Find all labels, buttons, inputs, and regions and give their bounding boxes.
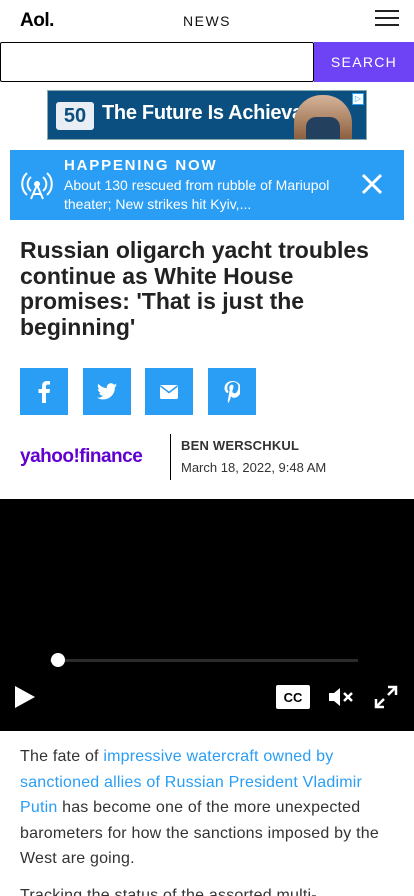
mute-icon[interactable] [328, 685, 354, 709]
menu-icon[interactable] [375, 10, 399, 28]
svg-text:CC: CC [284, 690, 303, 705]
advertisement-banner[interactable]: 50 The Future Is Achievable ▷ [47, 90, 367, 140]
share-twitter-button[interactable] [83, 368, 131, 415]
share-pinterest-button[interactable] [208, 368, 256, 415]
pinterest-icon [224, 380, 240, 403]
broadcast-icon [21, 172, 53, 200]
video-progress-bar[interactable] [50, 659, 358, 662]
play-icon[interactable] [12, 683, 38, 711]
banner-text[interactable]: About 130 rescued from rubble of Mariupo… [64, 176, 334, 214]
adchoices-icon[interactable]: ▷ [352, 93, 364, 105]
search-button[interactable]: SEARCH [314, 42, 414, 82]
share-email-button[interactable] [145, 368, 193, 415]
facebook-icon [38, 380, 50, 403]
happening-now-banner[interactable]: HAPPENING NOW About 130 rescued from rub… [10, 150, 404, 220]
email-icon [160, 384, 178, 399]
yahoo-finance-logo[interactable]: yahoo!finance [20, 446, 143, 468]
article-headline: Russian oligarch yacht troubles continue… [20, 237, 369, 340]
section-title[interactable]: NEWS [0, 13, 414, 29]
twitter-icon [97, 383, 117, 400]
ad-person-image [294, 95, 352, 139]
article-paragraph-2: Tracking the status of the assorted mult… [20, 887, 331, 896]
video-scrubber-handle[interactable] [51, 653, 65, 667]
closed-captions-icon[interactable]: CC [276, 685, 310, 709]
search-input[interactable] [0, 42, 314, 82]
banner-heading: HAPPENING NOW [64, 157, 218, 174]
close-icon[interactable] [360, 172, 384, 196]
ad-logo: 50 [56, 102, 94, 130]
author-name: BEN WERSCHKUL [181, 438, 300, 453]
byline-divider [170, 434, 171, 480]
article-paragraph: The fate of impressive watercraft owned … [20, 748, 379, 867]
search-bar: SEARCH [0, 42, 414, 82]
publish-date: March 18, 2022, 9:48 AM [181, 460, 327, 475]
byline: yahoo!finance BEN WERSCHKUL March 18, 20… [20, 434, 400, 480]
site-header: Aol. NEWS [0, 0, 414, 42]
fullscreen-icon[interactable] [374, 685, 398, 709]
share-facebook-button[interactable] [20, 368, 68, 415]
